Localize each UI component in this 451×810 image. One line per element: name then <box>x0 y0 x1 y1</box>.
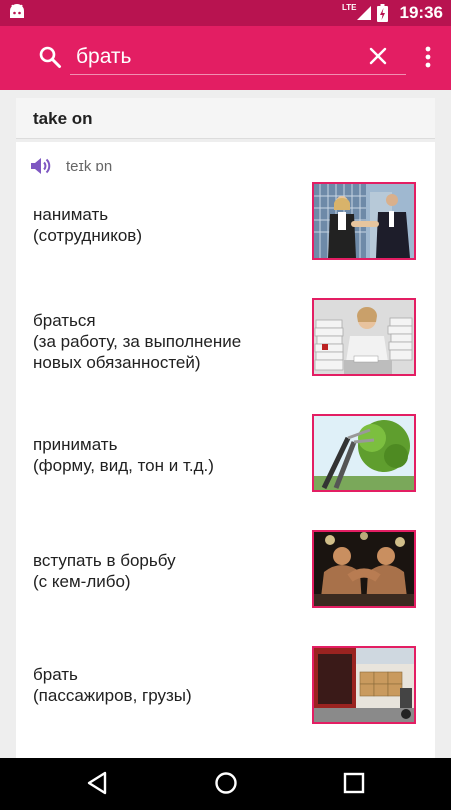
network-type-label: LTE <box>342 2 357 12</box>
translations-card: teɪk ɒn нанимать (сотрудников) браться (… <box>16 142 435 758</box>
close-icon[interactable] <box>368 46 388 66</box>
meaning-item[interactable]: браться (за работу, за выполнение новых … <box>33 310 293 373</box>
meaning-item[interactable]: нанимать (сотрудников) <box>33 204 293 246</box>
home-icon[interactable] <box>214 771 238 795</box>
meaning-item[interactable]: брать (пассажиров, грузы) <box>33 664 293 706</box>
meaning-note: новых обязанностей) <box>33 353 201 372</box>
meaning-word: вступать в борьбу <box>33 551 176 570</box>
navigation-bar <box>0 758 451 810</box>
meaning-note: (сотрудников) <box>33 226 142 245</box>
battery-icon <box>376 4 388 22</box>
meaning-word: брать <box>33 665 78 684</box>
back-icon[interactable] <box>86 771 108 795</box>
search-toolbar <box>0 26 451 90</box>
meaning-image[interactable] <box>312 414 416 492</box>
meaning-word: принимать <box>33 435 118 454</box>
meaning-image[interactable] <box>312 530 416 608</box>
search-input[interactable] <box>70 40 406 75</box>
clock: 19:36 <box>399 3 443 22</box>
phrase-title: take on <box>33 109 93 128</box>
recents-icon[interactable] <box>343 771 365 795</box>
pronunciation-row: teɪk ɒn <box>30 154 112 178</box>
search-icon[interactable] <box>38 45 62 69</box>
signal-icon <box>356 6 371 20</box>
meaning-word: нанимать <box>33 205 109 224</box>
meaning-note: (пассажиров, грузы) <box>33 686 192 705</box>
meaning-image[interactable] <box>312 298 416 376</box>
status-bar: LTE 19:36 <box>0 0 451 26</box>
transcription: teɪk ɒn <box>66 157 113 175</box>
meaning-image[interactable] <box>312 646 416 724</box>
meaning-note: (с кем-либо) <box>33 572 131 591</box>
android-icon <box>10 4 24 18</box>
meaning-item[interactable]: вступать в борьбу (с кем-либо) <box>33 550 293 592</box>
meaning-note: (за работу, за выполнение <box>33 332 242 351</box>
meaning-word: браться <box>33 311 96 330</box>
dictionary-content: take on teɪk ɒn нанимать (сотрудников) б… <box>0 90 451 758</box>
more-vert-icon[interactable] <box>424 46 432 68</box>
meaning-item[interactable]: принимать (форму, вид, тон и т.д.) <box>33 434 293 476</box>
speaker-icon[interactable] <box>30 156 52 176</box>
phrase-header: take on <box>16 98 435 139</box>
meaning-image[interactable] <box>312 182 416 260</box>
meaning-note: (форму, вид, тон и т.д.) <box>33 456 214 475</box>
